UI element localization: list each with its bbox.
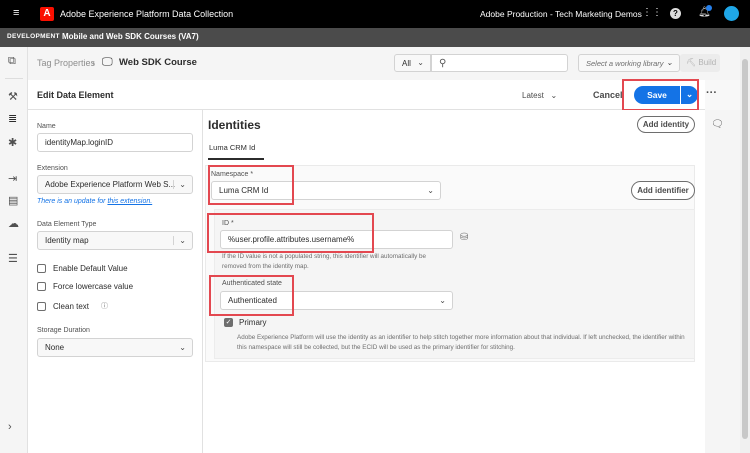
comment-icon[interactable]: 🗨︎ [711,119,724,130]
scrollbar-thumb[interactable] [742,59,748,439]
environment-bar: DEVELOPMENT Mobile and Web SDK Courses (… [0,28,750,47]
extension-label: Extension [37,165,68,172]
chevron-down-icon: ⌄ [417,58,424,68]
data-element-picker-icon[interactable]: ⛁ [460,232,468,243]
adobe-logo-icon[interactable]: A [40,7,54,21]
data-element-settings-panel: Name identityMap.loginID Extension Adobe… [28,110,203,453]
primary-checkbox[interactable]: ✓ Primary [224,318,267,327]
data-element-type-select[interactable]: Identity map ⌄ [37,231,193,250]
extension-select[interactable]: Adobe Experience Platform Web S... ⌄ [37,175,193,194]
chevron-down-icon: ⌄ [427,185,434,195]
monitor-icon: 🖵︎ [102,56,113,68]
highlight-auth-state [209,275,294,316]
storage-duration-select[interactable]: None ⌄ [37,338,193,357]
left-nav-rail: ⧉ ⚒ ≣ ✱ ⇥ ▤ ☁ ☰ › [0,47,28,453]
update-notice: There is an update for this extension. [37,198,153,205]
tab-luma-crm-id[interactable]: Luma CRM Id [209,143,255,152]
publishing-flow-icon[interactable]: ⇥ [8,172,17,185]
type-label: Data Element Type [37,221,97,228]
chevron-down-icon: ⌄ [173,235,186,245]
expand-nav-icon[interactable]: › [8,421,12,433]
breadcrumb-tag-properties[interactable]: Tag Properties [37,58,95,68]
highlight-namespace [208,165,294,205]
version-select[interactable]: Latest ⌄ [522,91,557,100]
highlight-save [622,79,699,111]
chevron-down-icon: ⌄ [666,58,673,68]
chevron-down-icon: ⌄ [179,342,186,352]
extensions-icon[interactable]: ✱ [8,136,17,149]
breadcrumb-separator-icon: › [92,58,95,68]
force-lowercase-checkbox[interactable]: Force lowercase value [37,282,133,291]
chevron-down-icon: ⌄ [173,179,186,189]
notification-dot [706,5,712,11]
edit-header: Edit Data Element Latest ⌄ Cancel Save ⌄… [28,80,717,110]
clean-text-checkbox[interactable]: Clean text ⓘ [37,301,108,311]
breadcrumb-current: Web SDK Course [119,57,197,68]
identities-heading: Identities [208,118,261,132]
hamburger-menu-icon[interactable]: ≡ [13,7,19,19]
chevron-down-icon: ⌄ [439,295,446,305]
breadcrumb-bar: Tag Properties › 🖵︎ Web SDK Course All ⌄ … [28,47,740,80]
search-input[interactable]: ⚲ [431,54,568,72]
checkmark-icon: ✓ [224,318,233,327]
app-title: Adobe Experience Platform Data Collectio… [60,9,234,19]
working-library-select[interactable]: Select a working library ⌄ [578,54,680,72]
org-switcher[interactable]: Adobe Production - Tech Marketing Demos [480,9,642,19]
scrollbar[interactable] [740,47,750,453]
add-identifier-button[interactable]: Add identifier [631,181,695,200]
more-options-icon[interactable]: ··· [706,87,717,99]
environments-icon[interactable]: ☁ [8,217,19,230]
environment-badge: DEVELOPMENT [7,33,60,40]
rules-list-icon[interactable]: ☰ [8,252,18,265]
name-input[interactable]: identityMap.loginID [37,133,193,152]
highlight-id [207,213,374,253]
top-bar: ≡ A Adobe Experience Platform Data Colle… [0,0,750,28]
property-name: Mobile and Web SDK Courses (VA7) [62,32,199,41]
help-icon[interactable]: ? [670,8,681,19]
primary-help-text: Adobe Experience Platform will use the i… [237,334,685,351]
enable-default-checkbox[interactable]: Enable Default Value [37,264,128,273]
search-filter-select[interactable]: All ⌄ [394,54,431,72]
add-identity-button[interactable]: Add identity [637,116,695,133]
libraries-icon[interactable]: ▤ [8,194,18,207]
storage-label: Storage Duration [37,327,90,334]
extension-update-link[interactable]: this extension. [107,198,152,205]
tools-icon[interactable]: ⚒ [8,90,18,103]
cancel-button[interactable]: Cancel [593,90,623,100]
properties-icon[interactable]: ⧉ [8,55,16,68]
id-help-text: If the ID value is not a populated strin… [222,253,427,270]
info-icon: ⓘ [101,303,109,310]
data-elements-icon[interactable]: ≣ [8,112,17,125]
right-rail: 🗨︎ [705,110,740,453]
name-label: Name [37,123,56,130]
search-icon: ⚲ [439,57,447,69]
avatar[interactable] [724,6,739,21]
build-button[interactable]: ⛏ Build [680,54,720,72]
page-title: Edit Data Element [37,90,114,100]
apps-grid-icon[interactable]: ⋮⋮ [642,7,662,18]
